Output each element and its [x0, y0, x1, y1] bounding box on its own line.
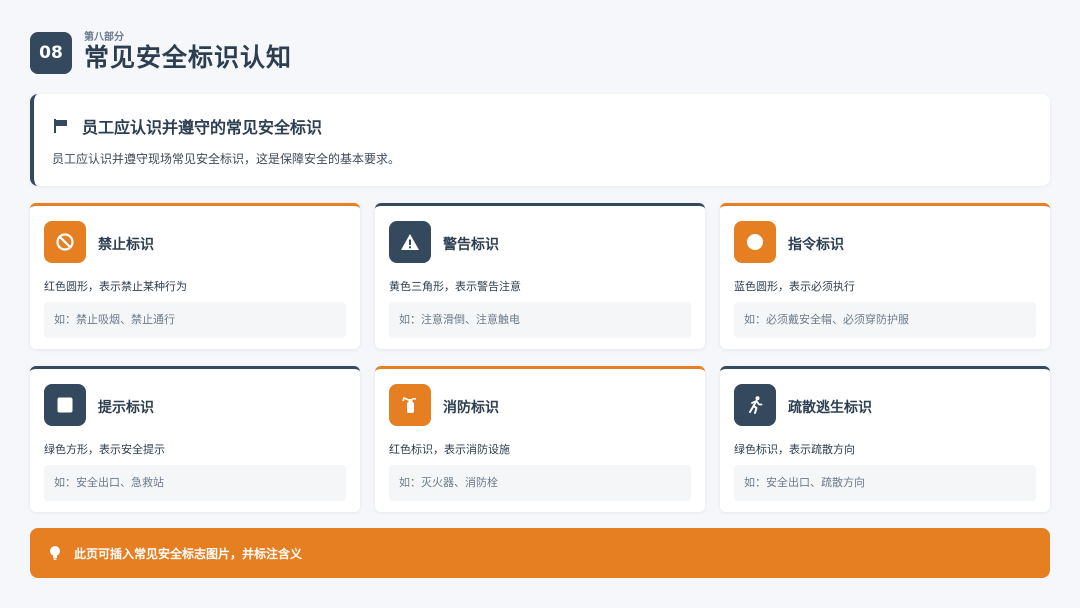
card-example: 如：注意滑倒、注意触电 [389, 302, 691, 338]
page-title: 常见安全标识认知 [84, 43, 293, 72]
card-example: 如：必须戴安全帽、必须穿防护服 [734, 302, 1036, 338]
card-icon-box [44, 221, 86, 263]
circle-icon [747, 234, 763, 250]
card-example: 如：禁止吸烟、禁止通行 [44, 302, 346, 338]
card-prohibition: 禁止标识 红色圆形，表示禁止某种行为 如：禁止吸烟、禁止通行 [30, 203, 360, 349]
card-example: 如：灭火器、消防栓 [389, 465, 691, 501]
intro-heading: 员工应认识并遵守的常见安全标识 [52, 114, 322, 138]
card-title: 疏散逃生标识 [788, 400, 872, 416]
card-description: 黄色三角形，表示警告注意 [389, 280, 521, 293]
card-description: 蓝色圆形，表示必须执行 [734, 280, 855, 293]
card-title: 警告标识 [443, 237, 499, 253]
card-icon-box [389, 384, 431, 426]
card-icon-box [734, 221, 776, 263]
card-example: 如：安全出口、急救站 [44, 465, 346, 501]
card-icon-box [44, 384, 86, 426]
card-title: 禁止标识 [98, 237, 154, 253]
flag-icon [54, 119, 67, 133]
page-header: 08 第八部分 常见安全标识认知 [30, 32, 484, 74]
card-description: 红色标识，表示消防设施 [389, 443, 510, 456]
intro-panel: 员工应认识并遵守的常见安全标识 员工应认识并遵守现场常见安全标识，这是保障安全的… [30, 94, 1050, 186]
card-mandatory: 指令标识 蓝色圆形，表示必须执行 如：必须戴安全帽、必须穿防护服 [720, 203, 1050, 349]
card-information: 提示标识 绿色方形，表示安全提示 如：安全出口、急救站 [30, 366, 360, 512]
card-title: 消防标识 [443, 400, 499, 416]
title-wrap: 第八部分 常见安全标识认知 [84, 32, 484, 74]
card-icon-box [389, 221, 431, 263]
intro-text: 员工应认识并遵守现场常见安全标识，这是保障安全的基本要求。 [52, 152, 401, 166]
tip-text: 此页可插入常见安全标志图片，并标注含义 [74, 546, 303, 561]
card-fire: 消防标识 红色标识，表示消防设施 如：灭火器、消防栓 [375, 366, 705, 512]
card-icon-box [734, 384, 776, 426]
tip-bar: 此页可插入常见安全标志图片，并标注含义 [30, 528, 1050, 578]
card-description: 绿色方形，表示安全提示 [44, 443, 165, 456]
lightbulb-icon [50, 546, 60, 560]
card-description: 绿色标识，表示疏散方向 [734, 443, 855, 456]
card-evacuation: 疏散逃生标识 绿色标识，表示疏散方向 如：安全出口、疏散方向 [720, 366, 1050, 512]
ban-icon [56, 233, 74, 251]
card-warning: 警告标识 黄色三角形，表示警告注意 如：注意滑倒、注意触电 [375, 203, 705, 349]
intro-title: 员工应认识并遵守的常见安全标识 [82, 118, 323, 137]
card-title: 提示标识 [98, 400, 154, 416]
card-description: 红色圆形，表示禁止某种行为 [44, 280, 187, 293]
card-example: 如：安全出口、疏散方向 [734, 465, 1036, 501]
square-icon [57, 397, 73, 413]
fire-extinguisher-icon [402, 396, 416, 413]
warning-icon [401, 234, 419, 250]
card-title: 指令标识 [788, 237, 844, 253]
running-person-icon [749, 396, 763, 414]
section-number-badge: 08 [30, 32, 72, 74]
